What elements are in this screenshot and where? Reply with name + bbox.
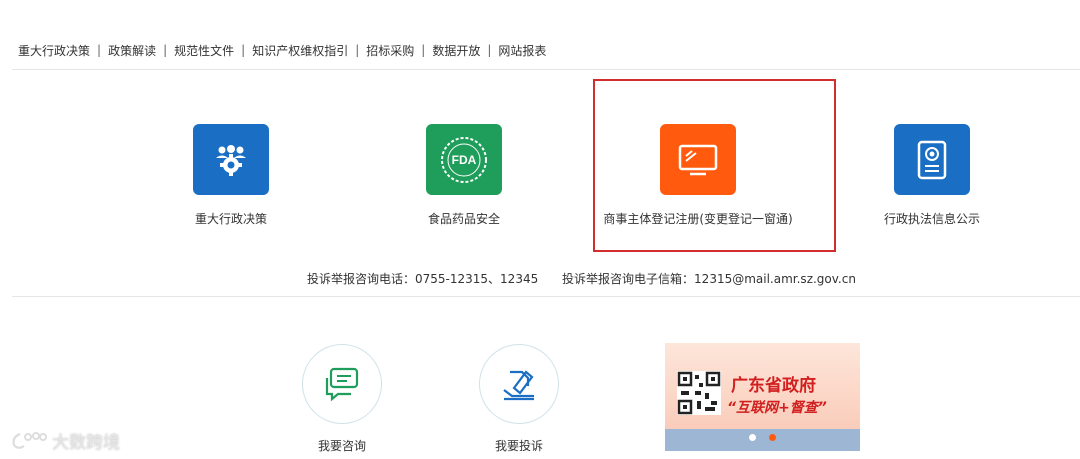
- carousel-dot-2-active[interactable]: [769, 434, 776, 441]
- service-label: 重大行政决策: [194, 212, 267, 226]
- id-card-icon: [894, 124, 970, 195]
- nav-link-procurement[interactable]: 招标采购: [366, 42, 414, 59]
- nav-separator: |: [241, 43, 246, 57]
- consult-button[interactable]: [302, 344, 382, 424]
- nav-link-policy-interpretation[interactable]: 政策解读: [108, 42, 156, 59]
- nav-separator: |: [421, 43, 426, 57]
- top-divider: [12, 69, 1080, 70]
- carousel-dot-1[interactable]: [749, 434, 756, 441]
- nav-link-ip-rights[interactable]: 知识产权维权指引: [252, 42, 348, 59]
- nav-link-normative-documents[interactable]: 规范性文件: [174, 42, 234, 59]
- service-label: 行政执法信息公示: [883, 212, 980, 226]
- banner-carousel[interactable]: 广东省政府 “互联网+督查”: [665, 343, 860, 451]
- banner-subtitle: “互联网+督查”: [727, 400, 827, 416]
- nav-link-site-report[interactable]: 网站报表: [498, 42, 546, 59]
- banner-footer-strip: [665, 429, 860, 451]
- nav-separator: |: [355, 43, 360, 57]
- fda-text: FDA: [452, 153, 477, 167]
- complaint-label: 我要投诉: [495, 439, 544, 453]
- team-gear-icon: [193, 124, 269, 195]
- complaint-button[interactable]: [479, 344, 559, 424]
- highlight-box: [593, 79, 836, 252]
- top-navigation: 重大行政决策 | 政策解读 | 规范性文件 | 知识产权维权指引 | 招标采购 …: [18, 41, 546, 59]
- contact-email: 投诉举报咨询电子信箱：12315@mail.amr.sz.gov.cn: [562, 272, 856, 286]
- middle-divider: [12, 296, 1080, 297]
- watermark: 大数跨境: [10, 428, 120, 453]
- chat-icon: [325, 367, 359, 402]
- service-enforcement-info[interactable]: 行政执法信息公示: [873, 124, 991, 229]
- nav-link-open-data[interactable]: 数据开放: [432, 42, 480, 59]
- contact-phone: 投诉举报咨询电话：0755-12315、12345: [307, 272, 539, 286]
- watermark-text: 大数跨境: [52, 433, 120, 453]
- service-major-decision[interactable]: 重大行政决策: [172, 124, 290, 229]
- nav-link-major-decision[interactable]: 重大行政决策: [18, 42, 90, 59]
- nav-separator: |: [487, 43, 492, 57]
- service-food-drug-safety[interactable]: FDA 食品药品安全: [405, 124, 523, 229]
- consult-label: 我要咨询: [318, 439, 367, 453]
- service-label: 食品药品安全: [427, 212, 500, 226]
- nav-separator: |: [163, 43, 168, 57]
- contact-info: 投诉举报咨询电话：0755-12315、12345 投诉举报咨询电子信箱：123…: [307, 270, 856, 287]
- fda-icon: FDA: [426, 124, 502, 195]
- nav-separator: |: [97, 43, 102, 57]
- watermark-logo-icon: [12, 431, 47, 449]
- complaint-icon: [503, 370, 534, 401]
- banner-title: 广东省政府: [731, 376, 816, 396]
- qr-code-icon: [677, 371, 721, 415]
